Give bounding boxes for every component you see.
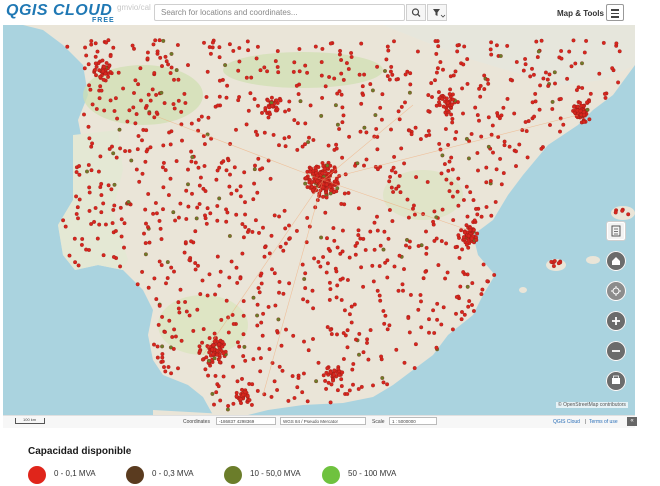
coordinates-field[interactable]: -186837 4298369 <box>216 417 276 425</box>
search-button[interactable] <box>406 4 426 21</box>
search-input[interactable] <box>154 4 405 21</box>
coordinates-label: Coordinates <box>183 419 210 425</box>
legend-swatch <box>224 466 242 484</box>
terms-of-use-link[interactable]: Terms of use <box>589 419 618 425</box>
zoom-out-icon <box>612 350 620 352</box>
home-button[interactable] <box>606 251 626 271</box>
zoom-in-button[interactable] <box>606 311 626 331</box>
footer-separator: | <box>585 419 587 425</box>
legend-label: 0 - 0,1 MVA <box>54 469 96 478</box>
filter-dropdown-icon <box>433 9 446 18</box>
locate-icon <box>611 286 621 296</box>
map-status-bar: 100 km Coordinates -186837 4298369 WGS 8… <box>3 415 637 428</box>
collapse-button[interactable]: « <box>627 417 637 426</box>
print-icon <box>612 375 620 384</box>
legend-title: Capacidad disponible <box>28 446 132 457</box>
scale-select[interactable]: 1 : 5000000 <box>389 417 437 425</box>
collapse-icon: « <box>630 418 634 424</box>
zoom-out-button[interactable] <box>606 341 626 361</box>
basemap <box>3 25 635 415</box>
zoom-in-icon <box>612 317 620 325</box>
scale-label: Scale <box>372 419 385 425</box>
layers-icon <box>611 225 621 237</box>
project-subtitle: gmvio/cal <box>117 3 151 12</box>
filter-dropdown-button[interactable] <box>427 4 447 21</box>
legend-swatch <box>322 466 340 484</box>
legend-label: 50 - 100 MVA <box>348 469 397 478</box>
map-tools-label[interactable]: Map & Tools <box>557 9 604 18</box>
locate-button[interactable] <box>606 281 626 301</box>
legend-swatch <box>28 466 46 484</box>
hamburger-menu-icon <box>611 9 619 11</box>
map-attribution[interactable]: © OpenStreetMap contributors <box>556 402 628 408</box>
legend-label: 0 - 0,3 MVA <box>152 469 194 478</box>
legend-swatch <box>126 466 144 484</box>
map-tools-menu-button[interactable] <box>606 4 624 21</box>
map-canvas[interactable] <box>3 25 635 415</box>
scale-bar-label: 100 km <box>23 417 37 422</box>
layer-switcher-button[interactable] <box>606 221 626 241</box>
crs-select[interactable]: WGS 84 / Pseudo Mercator <box>280 417 366 425</box>
logo-badge: FREE <box>92 17 115 24</box>
qgis-cloud-link[interactable]: QGIS Cloud <box>553 419 580 425</box>
home-icon <box>612 257 620 265</box>
legend-label: 10 - 50,0 MVA <box>250 469 301 478</box>
print-button[interactable] <box>606 371 626 391</box>
search-icon <box>411 8 421 17</box>
